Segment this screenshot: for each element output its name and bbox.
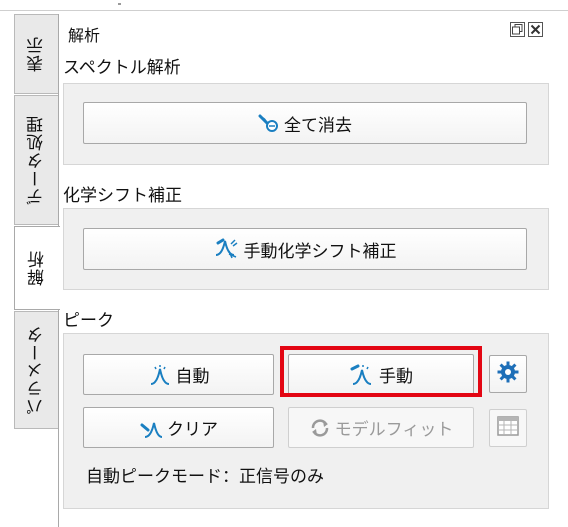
peak-settings-button[interactable] — [489, 355, 527, 393]
table-icon — [496, 415, 520, 441]
eraser-icon — [258, 113, 280, 133]
gear-icon — [496, 360, 520, 388]
panel-title: 解析 — [68, 26, 101, 45]
refresh-icon — [309, 417, 331, 439]
tab-analysis[interactable]: 解析 — [14, 226, 60, 310]
top-mark — [118, 3, 121, 5]
manual-peak-label: 手動 — [379, 367, 413, 387]
auto-peak-label: 自動 — [175, 367, 210, 387]
table-button[interactable] — [489, 409, 527, 447]
auto-peak-icon — [148, 363, 172, 387]
tab-parameters-label: パラメータ — [27, 325, 47, 415]
peak-shift-icon — [214, 237, 240, 261]
model-fit-button[interactable]: モデルフィット — [288, 407, 474, 448]
auto-peak-mode-text: 自動ピークモード：正信号のみ — [86, 467, 324, 487]
model-fit-label: モデルフィット — [334, 420, 454, 440]
close-icon — [530, 20, 541, 39]
peak-title: ピーク — [63, 311, 114, 331]
tab-display[interactable]: 表示 — [14, 14, 58, 94]
manual-chemical-shift-label: 手動化学シフト補正 — [243, 241, 397, 262]
close-panel-button[interactable] — [528, 22, 543, 37]
tab-analysis-label: 解析 — [28, 250, 48, 286]
clear-all-label: 全て消去 — [284, 115, 352, 136]
float-window-button[interactable] — [510, 22, 525, 37]
float-window-icon — [512, 20, 523, 39]
tab-display-label: 表示 — [27, 36, 47, 72]
manual-chemical-shift-button[interactable]: 手動化学シフト補正 — [83, 228, 527, 270]
auto-peak-button[interactable]: 自動 — [83, 354, 274, 395]
chemical-shift-title: 化学シフト補正 — [63, 186, 182, 206]
tab-data-processing-label: データ処理 — [27, 115, 47, 205]
tab-parameters[interactable]: パラメータ — [14, 311, 58, 429]
clear-peak-icon — [139, 416, 163, 440]
clear-peak-button[interactable]: クリア — [83, 407, 274, 448]
clear-all-button[interactable]: 全て消去 — [83, 102, 527, 144]
spectrum-analysis-title: スペクトル解析 — [63, 58, 181, 78]
manual-peak-icon — [349, 363, 375, 387]
tab-data-processing[interactable]: データ処理 — [14, 95, 58, 225]
manual-peak-button[interactable]: 手動 — [288, 354, 474, 395]
top-divider — [0, 10, 568, 11]
clear-peak-label: クリア — [167, 420, 218, 440]
